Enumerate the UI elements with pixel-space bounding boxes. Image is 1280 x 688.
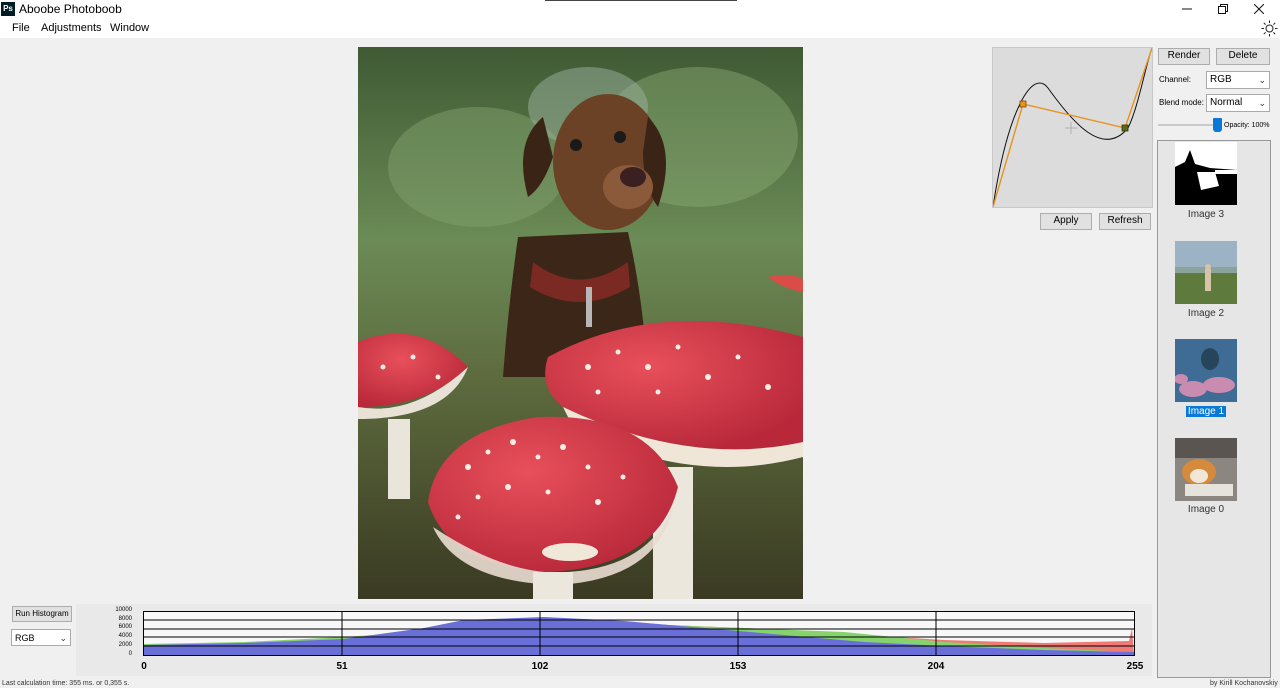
y-tick: 4000 bbox=[118, 633, 132, 639]
curves-editor[interactable] bbox=[992, 47, 1153, 208]
title-bar: Ps Aboobe Photoboob bbox=[0, 0, 1280, 19]
app-title: Aboobe Photoboob bbox=[19, 2, 122, 16]
layer-thumbnail-2[interactable] bbox=[1175, 241, 1237, 304]
close-button[interactable] bbox=[1241, 0, 1277, 19]
maximize-button[interactable] bbox=[1205, 0, 1241, 19]
canvas-image[interactable] bbox=[358, 47, 803, 599]
menu-bar: File Adjustments Window bbox=[0, 19, 1280, 38]
layer-label-3[interactable]: Image 3 bbox=[1175, 209, 1237, 221]
app-icon: Ps bbox=[1, 2, 15, 16]
y-tick: 0 bbox=[128, 651, 132, 657]
histogram-plot bbox=[144, 612, 1134, 655]
histogram-channel-value: RGB bbox=[15, 633, 35, 643]
menu-adjustments[interactable]: Adjustments bbox=[41, 21, 102, 35]
apply-button[interactable]: Apply bbox=[1040, 213, 1092, 230]
curve-point[interactable] bbox=[1019, 100, 1027, 108]
y-tick: 6000 bbox=[118, 624, 132, 630]
x-tick: 204 bbox=[927, 661, 945, 672]
blend-mode-label: Blend mode: bbox=[1159, 98, 1204, 107]
opacity-label: Opacity: 100% bbox=[1224, 122, 1270, 129]
layer-thumbnail-1[interactable] bbox=[1175, 339, 1237, 402]
y-tick: 8000 bbox=[118, 616, 132, 622]
layer-label-2[interactable]: Image 2 bbox=[1175, 308, 1237, 320]
y-tick: 2000 bbox=[118, 642, 132, 648]
layer-label-0[interactable]: Image 0 bbox=[1175, 504, 1237, 516]
chevron-down-icon: ⌄ bbox=[1258, 98, 1266, 108]
title-divider bbox=[545, 0, 737, 1]
minimize-icon bbox=[1182, 8, 1192, 10]
channel-value: RGB bbox=[1210, 74, 1232, 85]
layer-thumbnail-0[interactable] bbox=[1175, 438, 1237, 501]
blend-mode-value: Normal bbox=[1210, 97, 1243, 108]
layer-label-1[interactable]: Image 1 bbox=[1175, 406, 1237, 418]
opacity-slider-thumb[interactable] bbox=[1213, 118, 1222, 132]
blend-mode-select[interactable]: Normal ⌄ bbox=[1206, 94, 1270, 112]
curves-graph bbox=[992, 47, 1153, 208]
run-histogram-button[interactable]: Run Histogram bbox=[12, 606, 72, 622]
x-tick: 153 bbox=[729, 661, 747, 672]
layer-label-1-text: Image 1 bbox=[1185, 406, 1227, 417]
layer-thumbnail-3[interactable] bbox=[1175, 142, 1237, 205]
histogram-channel-select[interactable]: RGB ⌄ bbox=[11, 629, 71, 646]
field-image bbox=[1175, 241, 1237, 304]
refresh-button[interactable]: Refresh bbox=[1099, 213, 1151, 230]
minimize-button[interactable] bbox=[1169, 0, 1205, 19]
calculation-time-status: Last calculation time: 355 ms. or 0,355 … bbox=[2, 680, 130, 687]
curve-point[interactable] bbox=[1121, 124, 1129, 132]
chevron-down-icon: ⌄ bbox=[1258, 75, 1266, 85]
y-tick: 10000 bbox=[115, 607, 132, 613]
x-tick: 51 bbox=[336, 661, 348, 672]
menu-file[interactable]: File bbox=[12, 21, 30, 35]
x-tick: 255 bbox=[1126, 661, 1144, 672]
restore-icon bbox=[1218, 4, 1228, 14]
close-icon bbox=[1254, 4, 1264, 14]
x-tick: 0 bbox=[141, 661, 147, 672]
threshold-image bbox=[1175, 142, 1237, 205]
chevron-down-icon: ⌄ bbox=[59, 633, 67, 643]
menu-window[interactable]: Window bbox=[110, 21, 149, 35]
x-tick: 102 bbox=[531, 661, 549, 672]
shiba-image bbox=[1175, 438, 1237, 501]
histogram-chart bbox=[143, 611, 1135, 656]
channel-label: Channel: bbox=[1159, 75, 1192, 84]
channel-select[interactable]: RGB ⌄ bbox=[1206, 71, 1270, 89]
dog-mushroom-photo bbox=[358, 47, 803, 599]
theme-toggle-icon[interactable] bbox=[1261, 20, 1278, 37]
dog-mushroom-thumbnail bbox=[1175, 339, 1237, 402]
delete-button[interactable]: Delete bbox=[1216, 48, 1270, 65]
render-button[interactable]: Render bbox=[1158, 48, 1210, 65]
author-credit: by Kirill Kochanovskiy bbox=[1210, 680, 1278, 687]
